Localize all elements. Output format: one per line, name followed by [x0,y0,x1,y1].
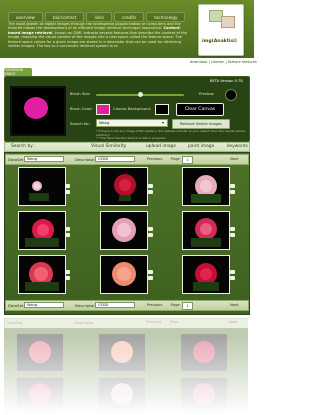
descriptor-select[interactable]: CEDD [95,156,135,162]
tab-upload-image[interactable]: upload image [146,144,176,149]
overview-video-tab[interactable]: OVERVIEW VIDEO [4,68,32,76]
search-dataset-select[interactable]: Wang ▾ [96,119,168,127]
results-bar-top: DataSet Wang Descriptor CEDD Previous Pa… [5,154,249,165]
result-actions-4 [65,227,70,241]
search-tabs: Search by : Visual Similarity upload ima… [4,142,250,152]
logo-thumbnail-2 [221,16,235,28]
descriptor-select-bottom[interactable]: CEDD [95,302,135,308]
nav-links[interactable]: links [86,12,113,22]
page-reflection: DataSet Descriptor Previous Page Next [4,318,250,415]
result-image-1[interactable] [18,167,66,206]
result-image-4[interactable] [18,211,66,250]
main-nav: overview bio/contact links credits techn… [8,12,186,22]
result-actions-2 [148,184,153,198]
previous-link-bottom[interactable]: Previous [147,303,162,307]
brush-color-swatch[interactable] [96,104,110,115]
logo: img(Anaktisi) [198,4,244,56]
search-icon[interactable] [65,190,70,194]
brush-size-handle[interactable] [138,92,143,97]
brush-size-label: Brush Size: [70,92,91,96]
result-image-5[interactable] [100,211,148,250]
brush-preview [225,89,237,101]
search-for-label: Search for: [70,122,91,126]
nav-technology[interactable]: technology [146,12,186,22]
nav-credits[interactable]: credits [114,12,145,22]
page-input[interactable]: 1 [182,156,193,164]
info-icon[interactable] [230,227,235,231]
result-actions-5 [148,227,153,241]
result-actions-7 [65,270,70,284]
nav-overview[interactable]: overview [8,12,43,22]
sketch-canvas[interactable] [10,86,66,136]
info-icon[interactable] [148,227,153,231]
info-icon[interactable] [65,227,70,231]
search-icon[interactable] [148,190,153,194]
results-panel: DataSet Wang Descriptor CEDD Previous Pa… [4,152,250,315]
previous-link[interactable]: Previous [147,157,162,161]
tab-keywords[interactable]: keywords [227,144,248,149]
dataset-label-bottom: DataSet [8,303,24,308]
search-by-label: Search by : [11,144,36,149]
page-label: Page [171,157,180,161]
intro-text: The rapid growth of digital images throu… [8,22,188,49]
version-label: BETA Version 0.78 [210,79,243,83]
canvas-background-swatch[interactable] [155,104,169,115]
nav-bio-contact[interactable]: bio/contact [44,12,85,22]
sketch-blob [24,97,48,119]
clear-canvas-button[interactable]: Clear Canvas [176,103,224,116]
info-icon[interactable] [148,270,153,274]
logo-links[interactable]: download | citation | feature features [190,60,257,64]
sketch-notes: * If there is not any image (that reside… [96,129,246,141]
results-bar-bottom: DataSet Wang Descriptor CEDD Previous Pa… [5,300,249,311]
search-icon[interactable] [148,276,153,280]
info-icon[interactable] [230,184,235,188]
search-icon[interactable] [148,233,153,237]
result-actions-6 [230,227,235,241]
result-actions-3 [230,184,235,198]
next-link-bottom[interactable]: Next [230,303,238,307]
tab-paint-image[interactable]: paint image [188,144,214,149]
result-image-7[interactable] [18,255,66,294]
result-image-2[interactable] [100,167,148,206]
preview-label: Preview: [199,92,215,96]
info-icon[interactable] [65,184,70,188]
reflection-grid [4,328,248,415]
page-label-bottom: Page [171,303,180,307]
search-icon[interactable] [230,233,235,237]
result-actions-1 [65,184,70,198]
canvas-background-label: Canvas Background: [113,107,151,111]
result-actions-9 [230,270,235,284]
search-icon[interactable] [65,233,70,237]
result-image-6[interactable] [182,211,230,250]
info-icon[interactable] [148,184,153,188]
tab-visual-similarity[interactable]: Visual Similarity [91,144,126,149]
dataset-label: DataSet [8,157,24,162]
result-actions-8 [148,270,153,284]
descriptor-label-bottom: Descriptor [75,303,95,308]
dataset-select-bottom[interactable]: Wang [24,302,64,308]
page-input-bottom[interactable]: 1 [182,302,193,310]
result-image-3[interactable] [182,167,230,206]
brush-color-label: Brush Color: [70,107,93,111]
chevron-down-icon: ▾ [161,120,164,125]
retrieve-similar-button[interactable]: Retrieve Similar Images [172,119,230,129]
search-icon[interactable] [230,190,235,194]
search-icon[interactable] [65,276,70,280]
dataset-select[interactable]: Wang [24,156,64,162]
result-image-8[interactable] [100,255,148,294]
info-icon[interactable] [65,270,70,274]
result-image-9[interactable] [182,255,230,294]
next-link[interactable]: Next [230,157,238,161]
search-icon[interactable] [230,276,235,280]
descriptor-label: Descriptor [75,157,95,162]
info-icon[interactable] [230,270,235,274]
